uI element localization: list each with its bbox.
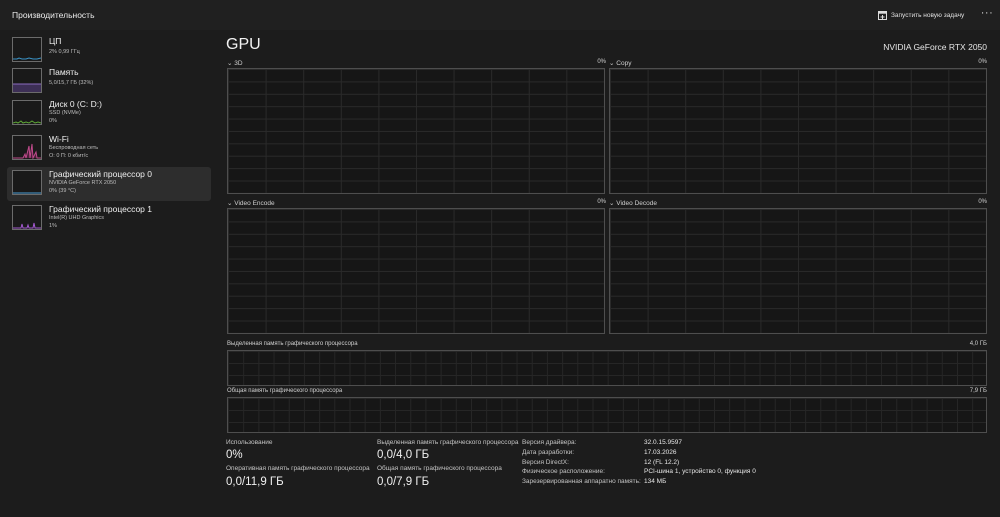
sidebar-item-name: Память [49,67,79,77]
dedicated-memory-graph-label: Выделенная память графического процессор… [227,341,358,347]
memory-thumbnail [12,68,42,93]
sidebar-item-detail: О: 0 П: 0 кбит/с [49,153,89,159]
sidebar-item-detail: 0% (39 °C) [49,188,76,194]
info-value: 12 (FL 12.2) [644,459,680,466]
sidebar-item-memory[interactable]: Память 5,0/15,7 ГБ (32%) [7,65,211,99]
sidebar-item-detail: 5,0/15,7 ГБ (32%) [49,80,94,86]
sidebar-item-detail: NVIDIA GeForce RTX 2050 [49,180,117,186]
info-value: PCI-шина 1, устройство 0, функция 0 [644,468,756,475]
run-new-task-label: Запустить новую задачу [891,11,965,19]
shared-memory-graph [227,397,987,433]
info-label: Версия DirectX: [522,459,569,466]
app-title: Производительность [12,10,95,20]
engine-percent: 0% [978,59,987,65]
engine-selector-copy[interactable]: ⌄ Copy [609,59,631,67]
disk-sparkline [13,120,41,124]
usage-value: 0% [226,449,243,461]
gpu-ram-label: Оперативная память графического процессо… [226,465,370,472]
engine-selector-video-encode[interactable]: ⌄ Video Encode [227,199,275,207]
gpu-details-panel: GPU NVIDIA GeForce RTX 2050 ⌄ 3D 0% ⌄ Co… [218,30,1000,517]
engine-selector-video-decode[interactable]: ⌄ Video Decode [609,199,657,207]
sidebar-item-detail: Intel(R) UHD Graphics [49,215,105,221]
wifi-sparkline [13,143,41,159]
info-label: Физическое расположение: [522,468,605,475]
run-task-icon [878,10,887,20]
gpu1-thumbnail [12,205,42,230]
run-new-task-button[interactable]: Запустить новую задачу [878,8,964,22]
sidebar-item-name: Wi-Fi [49,134,69,144]
sidebar-item-name: ЦП [49,36,62,46]
wifi-thumbnail [12,135,42,160]
engine-label: Video Decode [616,200,657,207]
sidebar-item-detail: 1% [49,223,57,229]
more-options-button[interactable]: ··· [980,8,994,22]
info-value: 134 МБ [644,478,667,485]
cpu-sparkline [13,57,41,60]
sidebar-item-gpu-0[interactable]: Графический процессор 0 NVIDIA GeForce R… [7,167,211,201]
dedicated-memory-max: 4,0 ГБ [969,341,987,347]
sidebar-item-gpu-1[interactable]: Графический процессор 1 Intel(R) UHD Gra… [7,202,211,236]
info-label: Дата разработки: [522,449,575,456]
engine-label: 3D [234,60,243,67]
shared-memory-max: 7,9 ГБ [969,388,987,394]
dedicated-memory-graph [227,350,987,386]
gpu-model-name: NVIDIA GeForce RTX 2050 [883,42,987,52]
engine-percent: 0% [597,199,606,205]
page-title: GPU [226,36,261,53]
sidebar-item-detail: Беспроводная сеть [49,145,99,151]
engine-graph-video-encode [227,208,605,334]
sidebar-item-wifi[interactable]: Wi-Fi Беспроводная сеть О: 0 П: 0 кбит/с [7,132,211,166]
engine-graph-copy [609,68,987,194]
engine-label: Copy [616,60,632,67]
sidebar-item-name: Графический процессор 0 [49,169,153,179]
cpu-thumbnail [12,37,42,62]
info-label: Версия драйвера: [522,439,577,446]
info-value: 32.0.15.9597 [644,439,682,446]
dedicated-memory-value: 0,0/4,0 ГБ [377,449,430,461]
engine-percent: 0% [978,199,987,205]
shared-memory-label: Общая память графического процессора [377,465,502,472]
disk-thumbnail [12,100,42,125]
info-label: Зарезервированная аппаратно память: [522,478,641,485]
sidebar-item-detail: SSD (NVMe) [49,110,81,116]
engine-graph-3d [227,68,605,194]
sidebar-item-detail: 0% [49,118,57,124]
engine-label: Video Encode [234,200,275,207]
gpu0-thumbnail [12,170,42,195]
sidebar-item-disk[interactable]: Диск 0 (C: D:) SSD (NVMe) 0% [7,97,211,131]
gpu-ram-value: 0,0/11,9 ГБ [226,476,284,488]
sidebar-item-name: Графический процессор 1 [49,204,153,214]
gpu1-sparkline [13,222,41,229]
dedicated-memory-label: Выделенная память графического процессор… [377,439,519,446]
sidebar-item-detail: 2% 0,99 ГГц [49,49,80,55]
shared-memory-graph-label: Общая память графического процессора [227,388,343,394]
engine-selector-3d[interactable]: ⌄ 3D [227,59,243,67]
usage-label: Использование [226,439,273,446]
sidebar-item-cpu[interactable]: ЦП 2% 0,99 ГГц [7,34,211,68]
shared-memory-value: 0,0/7,9 ГБ [377,476,430,488]
info-value: 17.03.2026 [644,449,677,456]
title-bar: Производительность Запустить новую задач… [0,0,1000,30]
gpu0-sparkline [13,192,41,194]
memory-sparkline [13,83,41,92]
sidebar: ЦП 2% 0,99 ГГц Память 5,0/15,7 ГБ (32%) … [0,30,218,517]
sidebar-item-name: Диск 0 (C: D:) [49,99,102,109]
engine-percent: 0% [597,59,606,65]
engine-graph-video-decode [609,208,987,334]
